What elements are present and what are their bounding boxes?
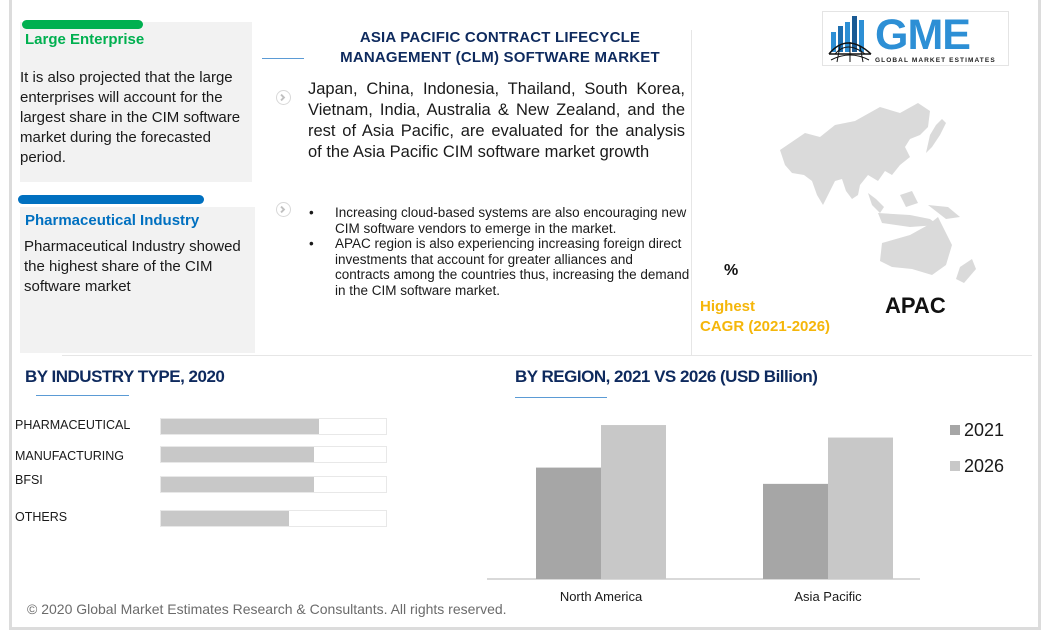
title-underline — [262, 58, 304, 59]
asia-pacific-map-icon — [780, 103, 976, 283]
region-chart-legend: 2021 2026 — [950, 412, 1004, 484]
highest-label-line1: Highest — [700, 298, 756, 315]
legend-item-2021: 2021 — [950, 412, 1004, 448]
highest-cagr-label: Highest CAGR (2021-2026) — [700, 297, 830, 337]
chevron-right-circle-icon — [276, 202, 291, 217]
industry-title-underline — [36, 395, 129, 396]
copyright-footer: © 2020 Global Market Estimates Research … — [27, 601, 507, 617]
industry-bar-bfsi — [161, 477, 314, 492]
pharmaceutical-title: Pharmaceutical Industry — [25, 212, 200, 229]
large-enterprise-accent-bar — [22, 20, 143, 29]
chevron-right-circle-icon — [276, 90, 291, 105]
globe-chart-icon — [828, 16, 872, 63]
industry-bar-track — [160, 446, 387, 463]
large-enterprise-body: It is also projected that the large ente… — [20, 69, 241, 166]
bar-north-america-2021 — [536, 467, 601, 579]
x-tick-label: Asia Pacific — [794, 589, 862, 604]
overview-paragraph: Japan, China, Indonesia, Thailand, South… — [308, 80, 685, 161]
page-title: ASIA PACIFIC CONTRACT LIFECYCLE MANAGEME… — [340, 29, 660, 66]
driver-bullet-list: Increasing cloud-based systems are also … — [305, 205, 690, 298]
legend-swatch-2021 — [950, 425, 960, 435]
legend-label-2021: 2021 — [964, 419, 1005, 440]
bullet-item: Increasing cloud-based systems are also … — [305, 205, 690, 236]
industry-bar-track — [160, 418, 387, 435]
logo-wordmark: GME — [875, 11, 971, 59]
bullet-item: APAC region is also experiencing increas… — [305, 236, 690, 298]
gme-logo: GME GLOBAL MARKET ESTIMATES — [822, 11, 1009, 66]
pharmaceutical-body: Pharmaceutical Industry showed the highe… — [24, 238, 241, 295]
cagr-percent-value: % — [724, 262, 739, 279]
apac-region-label: APAC — [885, 293, 946, 318]
legend-label-2026: 2026 — [964, 455, 1005, 476]
bar-asia-pacific-2021 — [763, 483, 828, 579]
large-enterprise-title: Large Enterprise — [25, 31, 145, 48]
x-tick-label: North America — [560, 589, 643, 604]
horizontal-divider — [62, 355, 1032, 356]
industry-label-others: OTHERS — [15, 510, 68, 524]
industry-bar-manufacturing — [161, 447, 314, 462]
bar-north-america-2026 — [601, 425, 666, 579]
legend-item-2026: 2026 — [950, 448, 1004, 484]
vertical-divider — [691, 30, 692, 355]
industry-label-pharmaceutical: PHARMACEUTICAL — [15, 418, 131, 432]
region-bar-chart: North America Asia Pacific — [487, 425, 920, 604]
legend-swatch-2026 — [950, 461, 960, 471]
industry-bar-pharmaceutical — [161, 419, 319, 434]
industry-bar-track — [160, 476, 387, 493]
pharmaceutical-accent-bar — [18, 195, 204, 204]
region-chart-title: BY REGION, 2021 VS 2026 (USD Billion) — [515, 367, 818, 386]
industry-bar-others — [161, 511, 290, 526]
region-title-underline — [515, 397, 607, 398]
bar-asia-pacific-2026 — [828, 437, 893, 579]
industry-label-bfsi: BFSI — [15, 473, 43, 487]
logo-tagline: GLOBAL MARKET ESTIMATES — [875, 57, 996, 64]
industry-bar-track — [160, 510, 387, 527]
highest-label-line2: CAGR (2021-2026) — [700, 318, 831, 335]
industry-chart-title: BY INDUSTRY TYPE, 2020 — [25, 367, 225, 386]
industry-label-manufacturing: MANUFACTURING — [15, 449, 125, 463]
